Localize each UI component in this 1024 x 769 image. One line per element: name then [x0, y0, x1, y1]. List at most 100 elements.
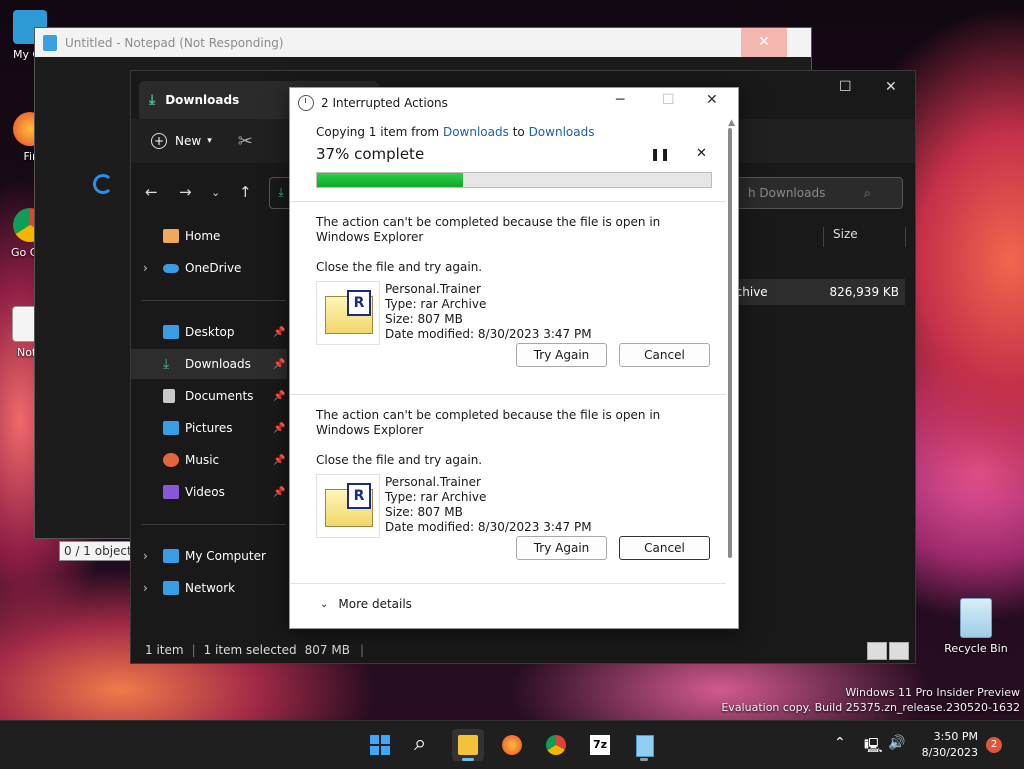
conflict-message: The action can't be completed because th… — [316, 215, 661, 244]
start-button[interactable] — [364, 729, 396, 761]
busy-spinner-icon — [93, 174, 113, 194]
cancel-button[interactable]: Cancel — [619, 536, 710, 560]
conflict-hint: Close the file and try again. — [316, 260, 483, 274]
nav-pictures[interactable]: Pictures 📌 — [131, 413, 287, 443]
clock-icon — [298, 94, 314, 111]
nav-network[interactable]: › Network — [131, 573, 287, 603]
file-info: Personal.Trainer Type: rar Archive Size:… — [385, 282, 592, 341]
nav-videos[interactable]: Videos 📌 — [131, 477, 287, 507]
network-icon[interactable]: 🖳 — [864, 735, 883, 759]
notepad-title: Untitled - Notepad (Not Responding) — [65, 35, 284, 50]
search-button[interactable]: ⌕ — [408, 729, 440, 761]
firefox-icon — [502, 735, 522, 755]
folder-icon — [458, 735, 478, 755]
notepad-icon — [636, 735, 654, 757]
plus-icon: + — [151, 133, 167, 149]
source-link[interactable]: Downloads — [443, 125, 509, 139]
home-icon — [163, 229, 179, 243]
nav-documents[interactable]: Documents 📌 — [131, 381, 287, 411]
cancel-copy-icon[interactable]: ✕ — [696, 146, 707, 161]
dialog-close-icon[interactable]: ✕ — [706, 92, 718, 108]
status-bar: 1 item | 1 item selected 807 MB | — [145, 643, 364, 657]
copy-description: Copying 1 item from Downloads to Downloa… — [316, 125, 595, 139]
expand-icon[interactable]: › — [143, 549, 148, 563]
music-icon — [163, 453, 179, 467]
column-divider — [905, 227, 906, 247]
file-explorer-button[interactable] — [452, 729, 484, 761]
nav-onedrive[interactable]: › OneDrive — [131, 253, 287, 283]
cloud-icon — [163, 264, 179, 273]
view-buttons — [867, 642, 909, 660]
nav-downloads[interactable]: ⤓ Downloads 📌 — [131, 349, 287, 379]
desktop-icon — [163, 325, 179, 339]
notification-badge[interactable]: 2 — [986, 737, 1002, 753]
taskbar: ⌕ 7z ⌃ 🖳 🔊 3:50 PM 8/30/2023 2 — [0, 720, 1024, 769]
recycle-bin-icon — [960, 598, 992, 638]
interrupted-actions-dialog[interactable]: 2 Interrupted Actions ─ ☐ ✕ Copying 1 it… — [289, 87, 739, 629]
pictures-icon — [163, 421, 179, 435]
volume-icon[interactable]: 🔊 — [888, 735, 905, 751]
running-indicator — [640, 758, 648, 761]
document-icon — [163, 389, 175, 403]
firefox-button[interactable] — [496, 729, 528, 761]
up-icon[interactable]: ↑ — [239, 183, 252, 201]
nav-separator — [141, 300, 286, 301]
forward-icon[interactable]: → — [179, 183, 192, 201]
chevron-down-icon: ⌄ — [320, 598, 329, 610]
notepad-button[interactable] — [628, 729, 660, 761]
nav-my-computer[interactable]: › My Computer — [131, 541, 287, 571]
scroll-up-icon[interactable]: ▲ — [728, 118, 735, 128]
pin-icon: 📌 — [273, 358, 286, 370]
history-chevron-icon[interactable]: ⌄ — [211, 186, 220, 199]
chevron-down-icon: ▾ — [207, 136, 212, 146]
more-details-toggle[interactable]: ⌄ More details — [320, 597, 412, 611]
try-again-button[interactable]: Try Again — [516, 536, 607, 560]
column-size[interactable]: Size — [833, 227, 858, 241]
divider — [290, 583, 726, 584]
desktop-icon-recycle-bin[interactable]: Recycle Bin — [944, 598, 1008, 655]
expand-icon[interactable]: › — [143, 261, 148, 275]
pin-icon: 📌 — [273, 326, 286, 338]
new-button[interactable]: + New ▾ — [151, 133, 212, 149]
tiles-view-icon[interactable] — [889, 642, 909, 660]
7zip-icon: 7z — [590, 735, 610, 755]
back-icon[interactable]: ← — [145, 183, 158, 201]
file-info: Personal.Trainer Type: rar Archive Size:… — [385, 475, 592, 534]
pin-icon: 📌 — [273, 486, 286, 498]
dialog-content: Copying 1 item from Downloads to Downloa… — [290, 117, 726, 628]
watermark-line2: Evaluation copy. Build 25375.zn_release.… — [721, 701, 1020, 714]
file-row[interactable]: rchive 826,939 KB — [731, 279, 905, 305]
progress-fill — [317, 173, 463, 187]
notepad-close-button[interactable]: ✕ — [741, 28, 787, 57]
nav-desktop[interactable]: Desktop 📌 — [131, 317, 287, 347]
rar-file-icon: R — [316, 281, 380, 345]
pin-icon: 📌 — [273, 422, 286, 434]
active-indicator — [462, 758, 474, 761]
destination-link[interactable]: Downloads — [529, 125, 595, 139]
cancel-button[interactable]: Cancel — [619, 343, 710, 367]
nav-separator — [141, 524, 286, 525]
try-again-button[interactable]: Try Again — [516, 343, 607, 367]
expand-icon[interactable]: › — [143, 581, 148, 595]
maximize-icon: ☐ — [662, 92, 675, 108]
nav-music[interactable]: Music 📌 — [131, 445, 287, 475]
minimize-icon[interactable]: ─ — [616, 92, 624, 108]
cut-icon[interactable]: ✂ — [238, 131, 253, 152]
notepad-titlebar[interactable]: Untitled - Notepad (Not Responding) — [35, 28, 811, 57]
notepad-icon — [43, 34, 57, 51]
videos-icon — [163, 485, 179, 499]
maximize-icon[interactable]: ☐ — [839, 79, 852, 95]
search-icon: ⌕ — [414, 731, 427, 756]
percent-complete: 37% complete — [316, 145, 425, 163]
chevron-up-icon[interactable]: ⌃ — [834, 735, 846, 751]
pause-icon[interactable]: ❚❚ — [650, 147, 670, 161]
details-view-icon[interactable] — [867, 642, 887, 660]
column-header: Size — [731, 221, 915, 247]
chrome-button[interactable] — [540, 729, 572, 761]
7zip-button[interactable]: 7z — [584, 729, 616, 761]
rar-file-icon: R — [316, 474, 380, 538]
close-icon[interactable]: ✕ — [885, 79, 897, 95]
system-clock[interactable]: 3:50 PM 8/30/2023 — [922, 729, 978, 761]
nav-home[interactable]: Home — [131, 221, 287, 251]
scrollbar[interactable] — [728, 128, 732, 558]
